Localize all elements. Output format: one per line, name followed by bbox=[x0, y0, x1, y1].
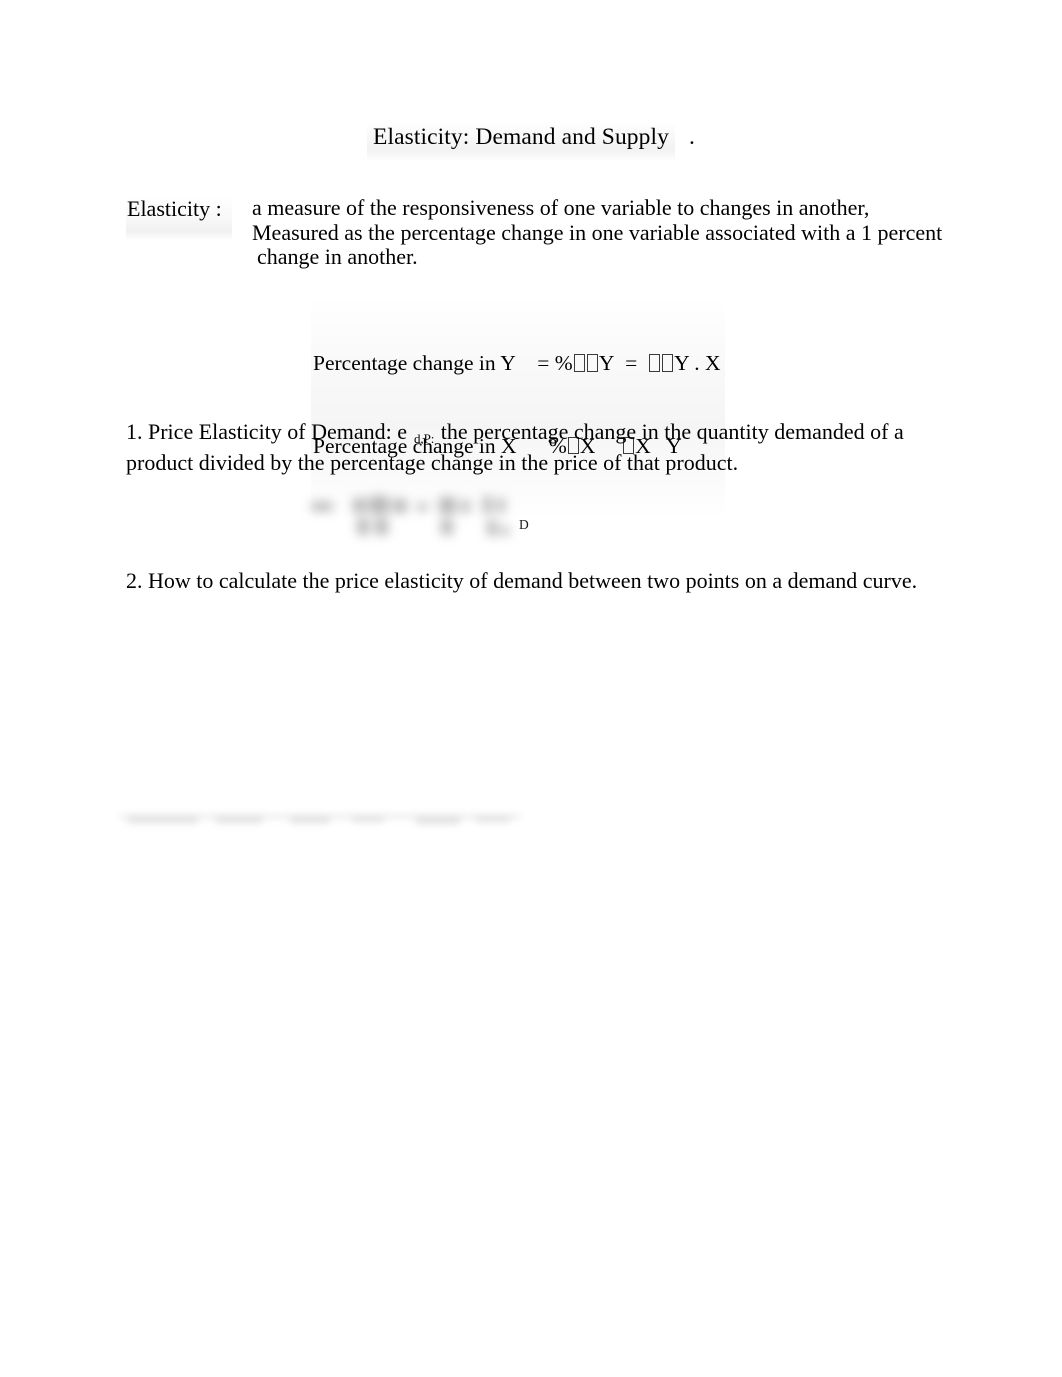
formula-numerator-expr-a-post: Y bbox=[598, 351, 615, 375]
blurred-formula-image: D bbox=[305, 488, 535, 550]
definition-term: Elasticity : bbox=[126, 196, 232, 240]
page-title-text: Elasticity: Demand and Supply bbox=[367, 122, 675, 160]
formula-numerator-gap2 bbox=[614, 351, 625, 375]
blurred-formula-canvas bbox=[305, 488, 535, 550]
list-item-price-elasticity-demand: 1. Price Elasticity of Demand: e d,P: the… bbox=[126, 420, 956, 474]
elasticity-formula: Percentage change in Y = % Y = Y . X Perc… bbox=[0, 294, 1062, 521]
item1-lead: 1. Price Elasticity of Demand: e bbox=[126, 419, 408, 444]
formula-numerator-gap bbox=[516, 351, 538, 375]
formula-numerator-label: Percentage change in Y bbox=[313, 351, 516, 375]
formula-numerator-expr-a-pre: = % bbox=[537, 351, 573, 375]
formula-inner: Percentage change in Y = % Y = Y . X Perc… bbox=[311, 294, 725, 521]
missing-glyph-box-icon bbox=[573, 354, 585, 372]
formula-numerator-expr-b-pre: = bbox=[625, 351, 638, 375]
definition-body: a measure of the responsiveness of one v… bbox=[252, 195, 1006, 270]
definition-line-2: Measured as the percentage change in one… bbox=[252, 219, 943, 245]
definition-line-3: change in another. bbox=[257, 244, 418, 269]
page-title-period: . bbox=[688, 124, 695, 150]
faint-smudge-artifact bbox=[120, 806, 520, 828]
elasticity-definition: Elasticity : a measure of the responsive… bbox=[126, 195, 1006, 270]
list-item-calculate-elasticity: 2. How to calculate the price elasticity… bbox=[126, 568, 918, 593]
formula-numerator-row: Percentage change in Y = % Y = Y . X bbox=[313, 350, 721, 378]
definition-line-1: a measure of the responsiveness of one v… bbox=[252, 195, 870, 220]
formula-numerator-gap3 bbox=[637, 351, 648, 375]
missing-glyph-box-icon bbox=[648, 354, 661, 372]
formula-numerator-expr-b-post: Y . X bbox=[674, 351, 721, 375]
blurred-formula-d-subscript: D bbox=[519, 517, 529, 532]
item1-subscript: d,P: bbox=[414, 431, 435, 447]
page-title: Elasticity: Demand and Supply. bbox=[0, 122, 1062, 160]
smudge-canvas bbox=[120, 806, 520, 828]
missing-glyph-box-icon bbox=[662, 354, 674, 372]
missing-glyph-box-icon bbox=[586, 354, 598, 372]
document-page: Elasticity: Demand and Supply. Elasticit… bbox=[0, 0, 1062, 1377]
